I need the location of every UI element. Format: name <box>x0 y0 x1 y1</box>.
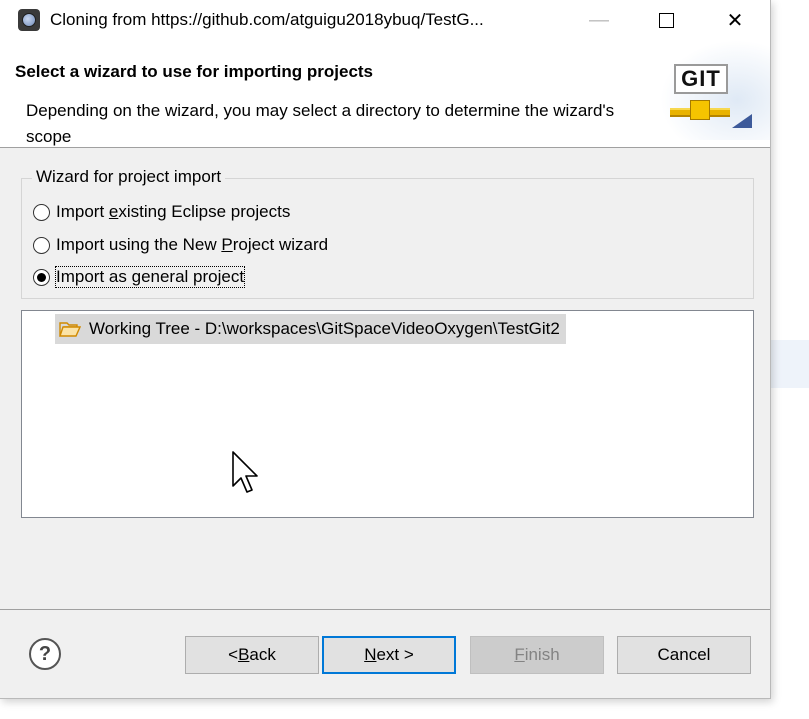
close-icon: ✕ <box>726 9 744 32</box>
radio-import-existing-eclipse-projects[interactable]: Import existing Eclipse projects <box>33 199 290 225</box>
radio-label: Import as general project <box>54 266 246 288</box>
window-title: Cloning from https://github.com/atguigu2… <box>50 10 484 29</box>
eclipse-app-icon <box>18 9 40 31</box>
cancel-button[interactable]: Cancel <box>617 636 751 674</box>
back-button[interactable]: < Back <box>185 636 319 674</box>
help-button[interactable]: ? <box>29 638 61 670</box>
mouse-pointer-icon <box>232 451 258 493</box>
working-tree-viewer[interactable]: Working Tree - D:\workspaces\GitSpaceVid… <box>21 310 754 518</box>
footer-separator <box>0 609 770 610</box>
title-bar[interactable]: Cloning from https://github.com/atguigu2… <box>0 0 770 40</box>
maximize-button[interactable] <box>643 0 689 40</box>
tree-item-label: Working Tree - D:\workspaces\GitSpaceVid… <box>89 319 560 338</box>
page-title: Select a wizard to use for importing pro… <box>15 62 374 81</box>
minimize-button[interactable]: — <box>576 0 622 40</box>
close-button[interactable]: ✕ <box>712 0 758 40</box>
radio-button-icon[interactable] <box>33 236 50 254</box>
git-logo-text: GIT <box>674 64 728 94</box>
wizard-header: Select a wizard to use for importing pro… <box>0 40 770 148</box>
group-legend: Wizard for project import <box>32 167 226 187</box>
open-folder-icon <box>59 322 81 337</box>
tree-item-working-tree[interactable]: Working Tree - D:\workspaces\GitSpaceVid… <box>55 314 566 344</box>
background-window-strip <box>770 340 809 388</box>
radio-label: Import using the New Project wizard <box>56 235 329 254</box>
import-wizard-dialog: Cloning from https://github.com/atguigu2… <box>0 0 771 699</box>
help-icon: ? <box>38 642 52 665</box>
radio-import-using-new-project-wizard[interactable]: Import using the New Project wizard <box>33 232 328 258</box>
wizard-for-project-import-group: Wizard for project import Import existin… <box>21 167 754 299</box>
minimize-icon: — <box>589 8 609 31</box>
radio-button-selected-icon[interactable] <box>33 268 50 286</box>
radio-import-as-general-project[interactable]: Import as general project <box>33 264 246 290</box>
radio-label: Import existing Eclipse projects <box>56 202 291 221</box>
maximize-icon <box>658 12 674 28</box>
git-wizard-banner-icon: GIT <box>660 40 770 140</box>
next-button[interactable]: Next > <box>322 636 456 674</box>
finish-button[interactable]: Finish <box>470 636 604 674</box>
radio-button-icon[interactable] <box>33 203 50 221</box>
page-description: Depending on the wizard, you may select … <box>26 101 615 146</box>
